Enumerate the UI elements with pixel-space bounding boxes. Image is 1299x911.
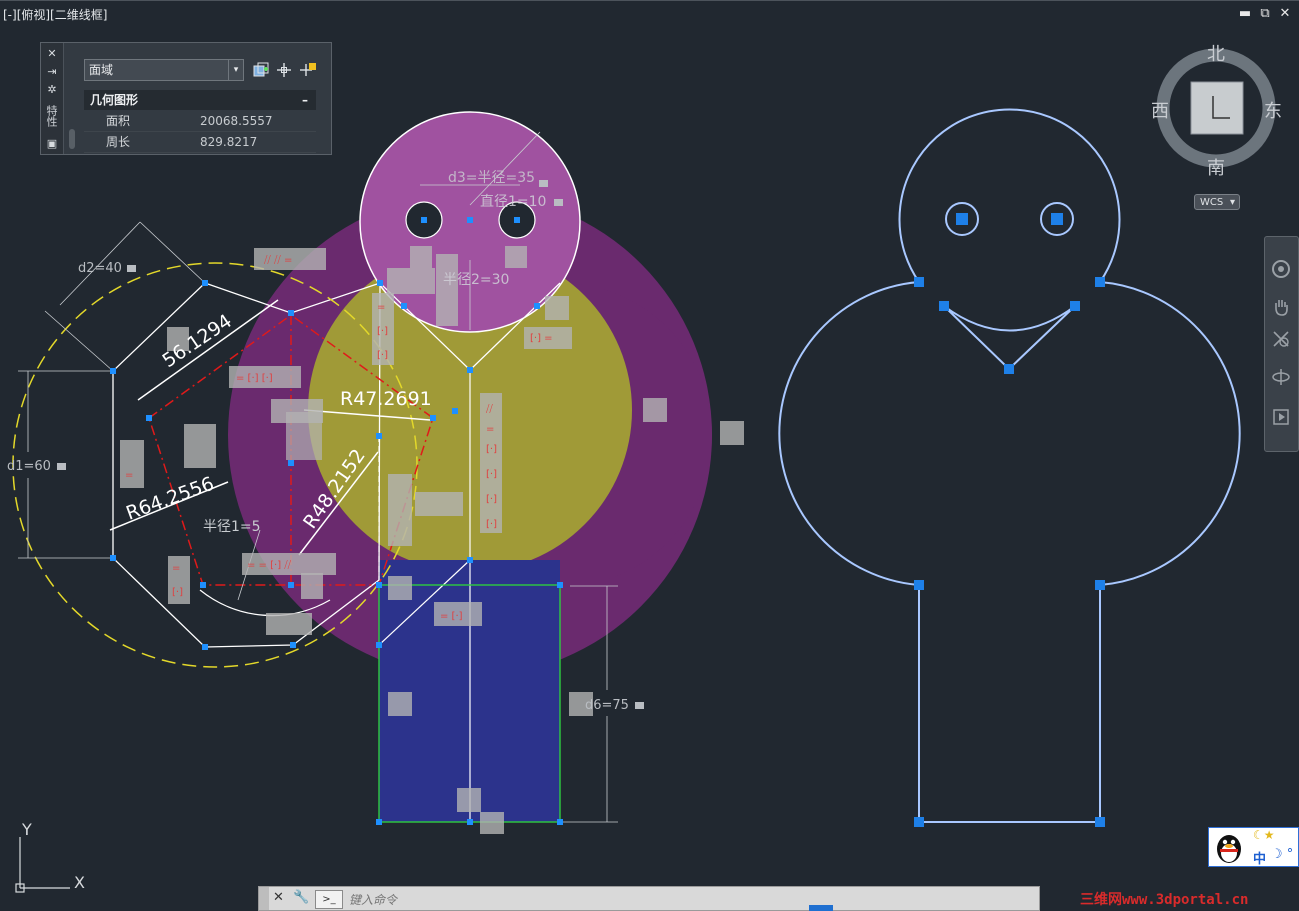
palette-scrollbar[interactable] xyxy=(69,129,75,149)
palette-title: 特性 xyxy=(45,105,58,127)
navigation-bar[interactable] xyxy=(1264,236,1299,452)
ucs-y-label: Y xyxy=(21,820,32,839)
section-title: 几何图形 xyxy=(90,93,139,107)
svg-text:= [·] [·]: = [·] [·] xyxy=(236,373,273,384)
half-width-icon[interactable]: ☽ ° xyxy=(1271,847,1293,862)
zoom-extents-icon[interactable] xyxy=(1271,329,1291,349)
svg-text:[·]: [·] xyxy=(486,444,497,455)
lock-icon xyxy=(554,199,563,206)
lock-icon xyxy=(127,265,136,272)
svg-text:= [·]: = [·] xyxy=(440,611,463,622)
svg-text:=: = xyxy=(486,424,494,435)
viewcube[interactable] xyxy=(1156,48,1276,168)
lock-icon xyxy=(539,180,548,187)
ime-toolbar[interactable]: 中 ☾★ ☽ ° xyxy=(1208,827,1299,867)
svg-text:[·]: [·] xyxy=(486,519,497,530)
auto-hide-icon[interactable]: ⇥ xyxy=(41,65,63,78)
body-outline xyxy=(778,281,1241,823)
head-outline xyxy=(898,108,1121,283)
prompt-icon: >_ xyxy=(322,894,336,905)
svg-text:[·]: [·] xyxy=(172,587,183,598)
outline-figure[interactable] xyxy=(778,108,1241,823)
palette-title-strip[interactable]: ✕ ⇥ ✲ 特性 ▣ xyxy=(41,43,64,154)
progress-indicator xyxy=(809,905,833,911)
property-key: 面积 xyxy=(106,114,131,128)
wrench-icon[interactable]: 🔧 xyxy=(293,890,309,905)
svg-text:[·]: [·] xyxy=(377,350,388,361)
svg-text:=: = xyxy=(172,563,180,574)
compass-south[interactable]: 南 xyxy=(1207,154,1225,180)
lock-icon xyxy=(635,702,644,709)
svg-text:=: = xyxy=(125,470,133,481)
command-input[interactable] xyxy=(347,889,1031,910)
ime-mode-label[interactable]: 中 xyxy=(1253,848,1266,867)
orbit-icon[interactable] xyxy=(1271,367,1291,387)
dim-d1: d1=60 xyxy=(7,459,51,474)
lock-icon xyxy=(57,463,66,470)
ucs-x-label: X xyxy=(74,873,85,892)
property-key: 周长 xyxy=(106,135,131,149)
svg-text:[·] =: [·] = xyxy=(530,333,553,344)
property-row-area[interactable]: 面积 20068.5557 xyxy=(84,111,316,132)
pan-hand-icon[interactable] xyxy=(1271,297,1291,317)
drag-handle[interactable] xyxy=(259,887,269,910)
outline-grips[interactable] xyxy=(914,213,1105,827)
section-geometry[interactable]: 几何图形 – xyxy=(84,90,316,110)
dim-d2: d2=40 xyxy=(78,261,122,276)
mouth-outline xyxy=(943,305,1076,371)
measure-r-a: R47.2691 xyxy=(340,388,432,410)
viewport-label[interactable]: [-][俯视][二维线框] xyxy=(3,6,107,23)
showmotion-icon[interactable] xyxy=(1271,407,1291,427)
recent-commands-button[interactable]: >_ xyxy=(315,890,343,909)
dim-r2: 半径2=30 xyxy=(443,272,509,288)
property-value: 829.8217 xyxy=(200,135,258,149)
select-objects-icon[interactable] xyxy=(275,61,293,79)
restore-icon[interactable]: ⧉ xyxy=(1257,6,1273,22)
close-icon[interactable]: ✕ xyxy=(41,47,63,60)
properties-palette[interactable]: ✕ ⇥ ✲ 特性 ▣ 面域 ▾ 几何图形 – 面积 20068.5557 周长 … xyxy=(40,42,332,155)
quick-select-icon[interactable] xyxy=(252,61,270,79)
properties-menu-icon[interactable]: ✲ xyxy=(41,83,63,96)
chevron-down-icon: ▾ xyxy=(1229,197,1235,208)
minimize-icon[interactable]: ▬ xyxy=(1237,6,1253,22)
steering-wheel-icon[interactable] xyxy=(1271,259,1291,279)
chevron-down-icon: ▾ xyxy=(228,60,243,80)
toggle-pickadd-icon[interactable] xyxy=(299,61,317,79)
palette-options-icon[interactable]: ▣ xyxy=(41,137,63,150)
svg-text:[·]: [·] xyxy=(486,469,497,480)
property-value: 20068.5557 xyxy=(200,114,273,128)
svg-text:[·]: [·] xyxy=(486,494,497,505)
compass-east[interactable]: 东 xyxy=(1264,97,1282,123)
collapse-icon[interactable]: – xyxy=(302,90,308,110)
ucs-icon xyxy=(15,837,70,893)
close-icon[interactable]: ✕ xyxy=(273,890,284,905)
object-type-select[interactable]: 面域 ▾ xyxy=(84,59,244,81)
wcs-menu-button[interactable]: WCS ▾ xyxy=(1194,194,1240,210)
viewcube-top-face xyxy=(1190,81,1244,135)
penguin-icon xyxy=(1217,835,1241,863)
site-watermark: 三维网www.3dportal.cn xyxy=(1080,892,1249,908)
svg-text:=: = xyxy=(377,302,385,313)
svg-text:⧸⧸ ⧸⧸ =: ⧸⧸ ⧸⧸ = xyxy=(264,255,292,266)
close-icon[interactable]: ✕ xyxy=(1277,6,1293,22)
compass-north[interactable]: 北 xyxy=(1207,40,1225,66)
object-type-value: 面域 xyxy=(89,63,114,77)
svg-text:[·]: [·] xyxy=(377,326,388,337)
dim-r1: 半径1=5 xyxy=(203,519,261,535)
dim-d3: d3=半径=35 xyxy=(448,170,535,186)
compass-west[interactable]: 西 xyxy=(1151,97,1169,123)
command-line[interactable]: ✕ 🔧 >_ xyxy=(258,886,1040,911)
svg-text:⧸⧸: ⧸⧸ xyxy=(486,404,493,415)
property-row-perimeter[interactable]: 周长 829.8217 xyxy=(84,132,316,153)
dim-diameter: 直径1=10 xyxy=(480,193,546,210)
wcs-label: WCS xyxy=(1200,197,1224,208)
dim-d6: d6=75 xyxy=(585,698,629,713)
svg-text:= = [·] ⧸⧸: = = [·] ⧸⧸ xyxy=(247,560,292,571)
moon-icon: ☾★ xyxy=(1253,828,1275,842)
